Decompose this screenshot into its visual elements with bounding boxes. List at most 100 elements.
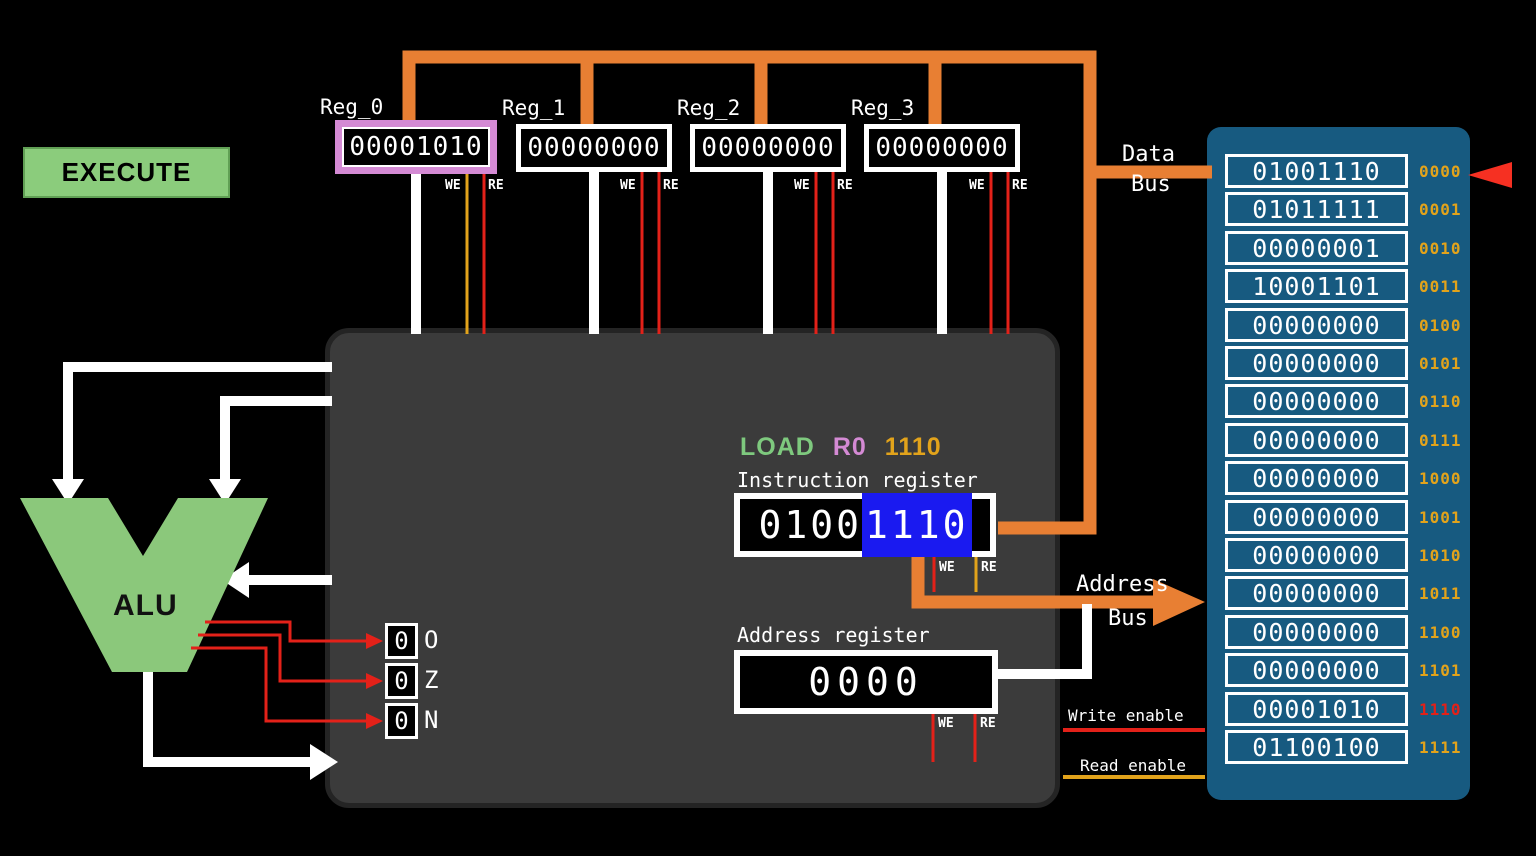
ir-we-label: WE [939,560,955,575]
memory-cell: 00000000 [1225,423,1408,457]
memory-cell: 00000000 [1225,576,1408,610]
memory-address: 1011 [1419,576,1469,610]
alu-input-a-arrowhead [52,479,84,504]
instruction-operand-bits-highlighted: 1110 [862,493,972,557]
reg2-box: 00000000 [690,124,846,172]
memory-address: 0101 [1419,346,1469,380]
memory-cell: 00000000 [1225,308,1408,342]
reg0-label: Reg_0 [320,95,383,119]
memory-address: 1010 [1419,538,1469,572]
memory-address: 0010 [1419,231,1469,265]
memory-row: 00000000 1010 [1207,538,1470,572]
memory-row: 00000000 0100 [1207,308,1470,342]
memory-cell: 00000000 [1225,653,1408,687]
instruction-register-box: 01001110 [734,493,996,557]
flag-z-label: Z [424,666,438,694]
address-bus-label-line2: Bus [1108,606,1148,631]
cpu-simulator: 010011100000 010111110001 000000010010 1… [0,0,1536,856]
memory-cell: 00000000 [1225,346,1408,380]
memory-row: 00000001 0010 [1207,231,1470,265]
memory-address-highlighted: 1110 [1419,692,1469,726]
instruction-opcode-bits: 0100 [758,499,862,551]
reg1-label: Reg_1 [502,96,565,120]
reg1-re-label: RE [663,178,679,193]
flag-z-value: 0 [385,663,418,699]
memory-cell: 00000001 [1225,231,1408,265]
memory-cell: 00000000 [1225,461,1408,495]
reg3-we-label: WE [969,178,985,193]
memory-address: 0001 [1419,192,1469,226]
decoded-operand: 1110 [885,433,942,462]
alu-input-b-arrowhead [209,479,241,504]
memory-cell: 00000000 [1225,384,1408,418]
alu-label: ALU [113,589,178,623]
areg-we-label: WE [938,716,954,731]
reg0-we-label: WE [445,178,461,193]
memory-address: 1100 [1419,615,1469,649]
ir-re-label: RE [981,560,997,575]
memory-row: 00000000 1011 [1207,576,1470,610]
memory-row: 00001010 1110 [1207,692,1470,726]
alu-shape [20,498,268,672]
memory-block: 010011100000 010111110001 000000010010 1… [1207,127,1470,800]
reg2-value: 00000000 [701,133,834,163]
memory-row: 01100100 1111 [1207,730,1470,764]
reg3-re-label: RE [1012,178,1028,193]
memory-address: 1001 [1419,500,1469,534]
decoded-opcode: LOAD [740,433,815,462]
flag-o-value: 0 [385,623,418,659]
memory-row: 01011111 0001 [1207,192,1470,226]
memory-address: 1111 [1419,730,1469,764]
memory-pointer-icon [1468,162,1512,188]
memory-row: 00000000 1100 [1207,615,1470,649]
reg2-label: Reg_2 [677,96,740,120]
data-bus-label-line1: Data [1122,142,1175,167]
reg1-box: 00000000 [516,124,672,172]
memory-address: 1101 [1419,653,1469,687]
address-bus-label-line1: Address [1076,572,1169,597]
data-bus-label-line2: Bus [1131,172,1171,197]
reg3-value: 00000000 [875,133,1008,163]
memory-address: 0011 [1419,269,1469,303]
reg2-we-label: WE [794,178,810,193]
memory-cell: 00000000 [1225,615,1408,649]
alu-control-arrowhead [222,562,249,598]
address-register-label: Address register [737,623,930,647]
read-enable-label: Read enable [1080,756,1186,775]
reg3-box: 00000000 [864,124,1020,172]
reg0-box: 00001010 [335,120,497,174]
memory-address: 0000 [1419,154,1469,188]
memory-row: 010011100000 [1207,154,1470,188]
reg0-value: 00001010 [349,132,482,162]
alu-output-wire [148,666,312,762]
memory-cell: 00000000 [1225,500,1408,534]
address-register-box: 0000 [734,650,998,714]
decoded-instruction: LOAD R0 1110 [740,433,942,462]
memory-row: 100011010011 [1207,269,1470,303]
alu-input-b-wire [225,401,332,481]
memory-row: 00000000 0101 [1207,346,1470,380]
areg-re-label: RE [980,716,996,731]
instruction-register-label: Instruction register [737,468,978,492]
reg0-re-label: RE [488,178,504,193]
flag-n-value: 0 [385,703,418,739]
write-enable-label: Write enable [1068,706,1184,725]
flag-o-label: O [424,626,438,654]
decoded-register: R0 [833,433,867,462]
memory-cell: 01100100 [1225,730,1408,764]
alu-input-a-wire [68,367,332,481]
reg2-re-label: RE [837,178,853,193]
memory-row: 00000000 1101 [1207,653,1470,687]
memory-cell: 00000000 [1225,538,1408,572]
execute-button[interactable]: EXECUTE [23,147,230,198]
memory-address: 0111 [1419,423,1469,457]
memory-row: 00000000 1001 [1207,500,1470,534]
memory-row: 00000000 1000 [1207,461,1470,495]
memory-cell: 00001010 [1225,692,1408,726]
memory-address: 0110 [1419,384,1469,418]
memory-address: 0100 [1419,308,1469,342]
reg1-we-label: WE [620,178,636,193]
memory-address: 1000 [1419,461,1469,495]
memory-cell: 01011111 [1225,192,1408,226]
reg3-label: Reg_3 [851,96,914,120]
